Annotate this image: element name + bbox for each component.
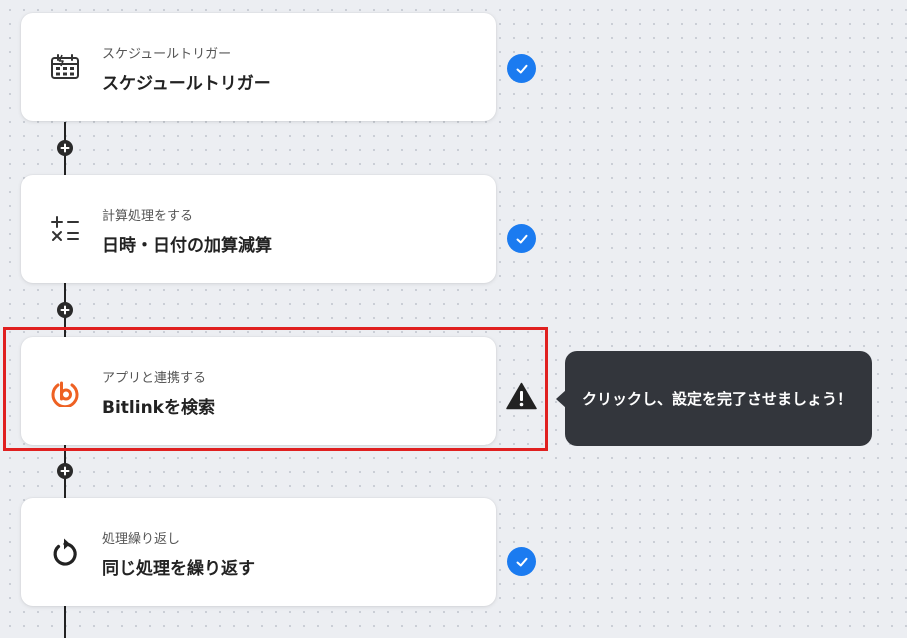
plus-icon [60, 143, 70, 153]
bitly-logo-icon [47, 373, 83, 409]
step-title: 日時・日付の加算減算 [102, 236, 272, 256]
step-title: Bitlinkを検索 [102, 398, 215, 418]
add-step-button[interactable] [57, 302, 73, 318]
flow-step-card-loop[interactable]: 処理繰り返し 同じ処理を繰り返す [21, 498, 496, 606]
flow-step-card-schedule-trigger[interactable]: スケジュールトリガー スケジュールトリガー [21, 13, 496, 121]
loop-arrow-icon [47, 534, 83, 570]
flow-step-card-calculation[interactable]: 計算処理をする 日時・日付の加算減算 [21, 175, 496, 283]
step-complete-check-icon [507, 224, 536, 253]
setup-hint-tooltip: クリックし、設定を完了させましょう！ [565, 351, 872, 446]
step-complete-check-icon [507, 54, 536, 83]
warning-icon [506, 382, 537, 410]
add-step-button[interactable] [57, 463, 73, 479]
plus-icon [60, 466, 70, 476]
plus-icon [60, 305, 70, 315]
step-subtitle: スケジュールトリガー [102, 47, 232, 62]
arithmetic-operators-icon [47, 211, 83, 247]
tooltip-text: クリックし、設定を完了させましょう！ [582, 390, 853, 408]
step-complete-check-icon [507, 547, 536, 576]
flow-step-card-bitly[interactable]: アプリと連携する Bitlinkを検索 [21, 337, 496, 445]
step-title: 同じ処理を繰り返す [102, 559, 255, 579]
step-subtitle: 計算処理をする [102, 209, 194, 224]
step-subtitle: アプリと連携する [102, 371, 207, 386]
calendar-bolt-icon [47, 49, 83, 85]
add-step-button[interactable] [57, 140, 73, 156]
step-subtitle: 処理繰り返し [102, 532, 181, 547]
step-title: スケジュールトリガー [102, 74, 271, 94]
